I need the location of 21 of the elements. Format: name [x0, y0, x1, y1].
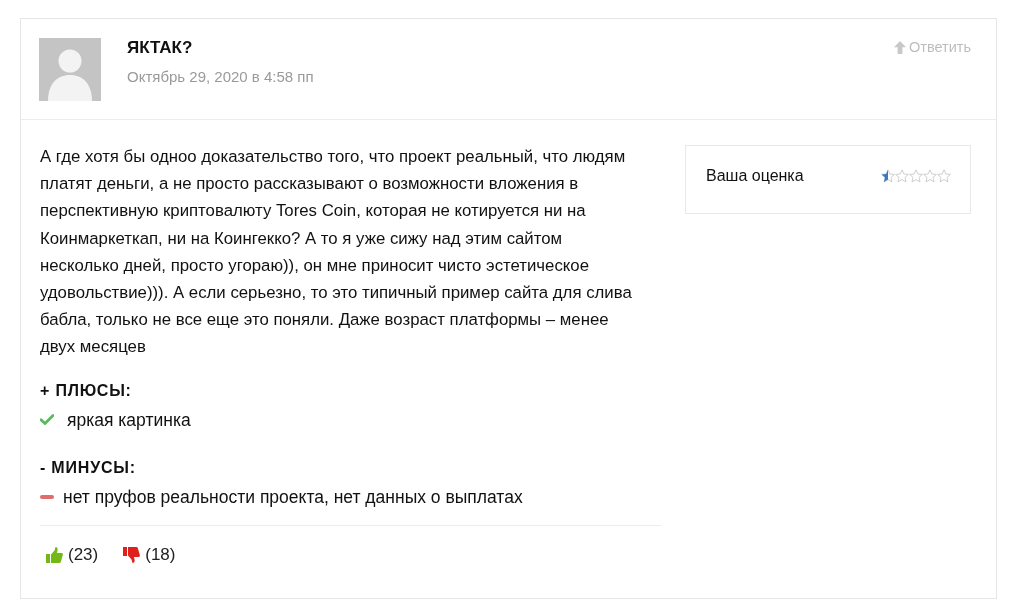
- comment-text: А где хотя бы одноо доказательство того, что проект реальный, что людям платят деньги, а не просто рассказывают о возможности вложения в перспективную криптовалюту Tores Coin, которая не котируется ни на Коинмаркеткап, ни на Коингекко? А то я уже сижу над этим сайтом несколько дней, просто угораю)), он мне приносит чисто эстетическое удовольствие))). А если серьезно, то это типичный пример сайта для слива бабла, только не все еще это поняли. Даже возраст платформы – менее двух месяцев: [40, 146, 633, 359]
- vote-button[interactable]: (18): [123, 544, 176, 565]
- thumbs-up-icon: [46, 546, 63, 563]
- star-icon[interactable]: [881, 169, 895, 183]
- star-icon[interactable]: [909, 169, 923, 183]
- avatar-placeholder: [39, 38, 101, 101]
- vote-button[interactable]: (23): [46, 544, 99, 565]
- author-name: ЯКТАК?: [127, 38, 194, 58]
- comment-date: Октябрь 29, 2020 в 4:58 пп: [127, 68, 315, 86]
- rating-label: Ваша оценка: [706, 166, 804, 186]
- pros-heading: + ПЛЮСЫ:: [40, 380, 133, 401]
- cons-item: нет пруфов реальности проекта, нет данных о выплатах: [63, 486, 523, 507]
- minus-icon: [40, 494, 54, 499]
- thumbs-down-icon: [123, 546, 141, 563]
- star-icon[interactable]: [923, 169, 937, 183]
- star-icon[interactable]: [937, 169, 951, 183]
- pros-item: яркая картинка: [67, 409, 191, 430]
- cons-heading: - МИНУСЫ:: [40, 457, 137, 478]
- up-arrow-icon: [894, 40, 906, 54]
- star-icon[interactable]: [895, 169, 909, 183]
- check-icon: [40, 414, 54, 426]
